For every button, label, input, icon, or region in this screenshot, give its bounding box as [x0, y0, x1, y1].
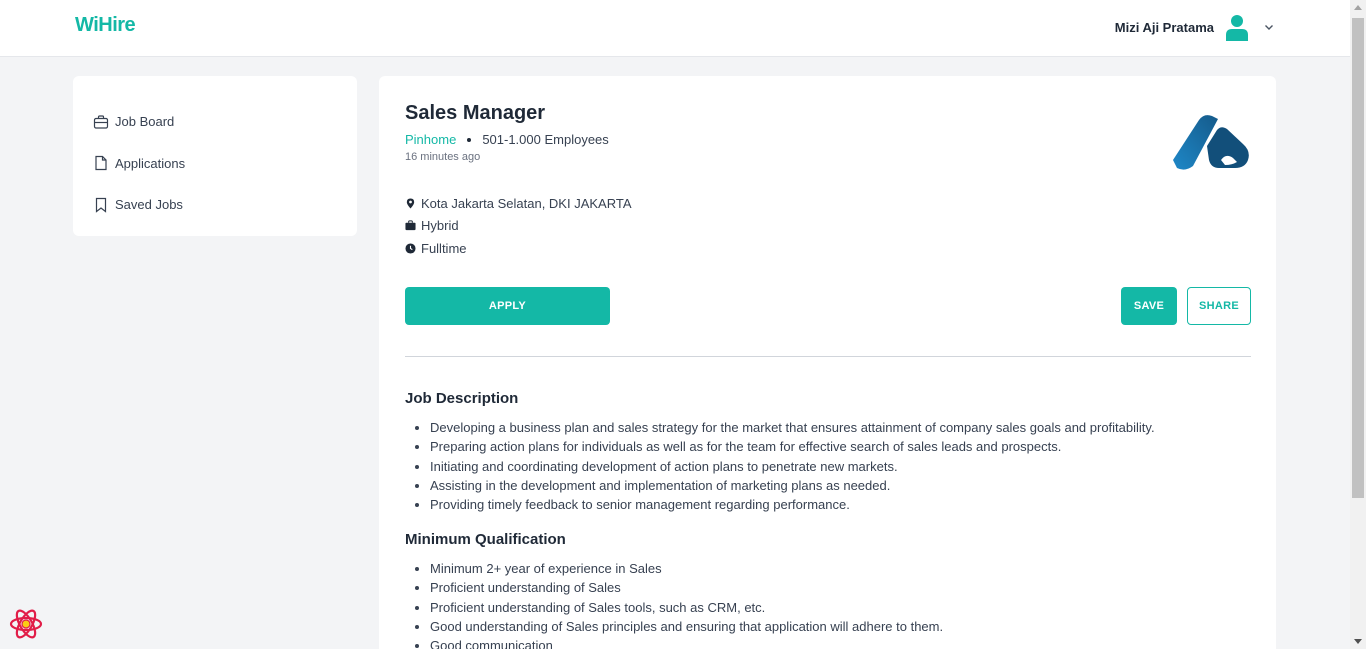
clock-icon — [405, 243, 416, 254]
location-text: Kota Jakarta Selatan, DKI JAKARTA — [421, 195, 632, 211]
app-logo[interactable]: WiHire — [75, 14, 136, 37]
job-detail-card: Sales Manager Pinhome 501-1.000 Employee… — [379, 76, 1276, 649]
sidebar-item-applications[interactable]: Applications — [73, 143, 357, 185]
minimum-qualification-heading: Minimum Qualification — [405, 531, 566, 548]
list-item: Initiating and coordinating development … — [405, 457, 1155, 476]
briefcase-icon — [405, 220, 416, 231]
scrollbar-thumb[interactable] — [1352, 18, 1364, 498]
company-logo-icon — [1173, 115, 1249, 170]
save-button[interactable]: SAVE — [1121, 287, 1177, 325]
list-item: Providing timely feedback to senior mana… — [405, 495, 1155, 514]
user-menu[interactable]: Mizi Aji Pratama — [1115, 13, 1274, 41]
posted-time: 16 minutes ago — [405, 151, 481, 163]
work-mode-text: Hybrid — [421, 218, 459, 234]
sidebar-item-label: Saved Jobs — [115, 197, 183, 213]
sidebar-item-label: Applications — [115, 155, 186, 171]
company-info: Pinhome 501-1.000 Employees — [405, 132, 609, 147]
page-scrollbar[interactable] — [1350, 0, 1366, 649]
list-item: Good communication — [405, 636, 943, 649]
section-divider — [405, 356, 1251, 357]
chevron-down-icon[interactable] — [1264, 22, 1274, 32]
list-item: Proficient understanding of Sales — [405, 578, 943, 597]
job-meta: Kota Jakarta Selatan, DKI JAKARTA Hybrid… — [405, 192, 632, 260]
scroll-down-arrow-icon[interactable] — [1354, 639, 1362, 644]
map-pin-icon — [406, 198, 415, 209]
job-type-row: Fulltime — [405, 237, 632, 260]
work-mode-row: Hybrid — [405, 215, 632, 238]
job-description-heading: Job Description — [405, 390, 519, 407]
separator-dot — [467, 137, 472, 142]
react-devtools-icon[interactable] — [9, 607, 43, 641]
user-name: Mizi Aji Pratama — [1114, 19, 1214, 35]
briefcase-icon — [93, 115, 109, 129]
user-avatar-icon — [1226, 15, 1248, 41]
share-button[interactable]: SHARE — [1187, 287, 1251, 325]
job-title: Sales Manager — [405, 102, 546, 124]
list-item: Assisting in the development and impleme… — [405, 476, 1155, 495]
apply-button[interactable]: APPLY — [405, 287, 610, 325]
company-name-link[interactable]: Pinhome — [405, 132, 456, 147]
job-type-text: Fulltime — [421, 240, 467, 256]
sidebar-item-job-board[interactable]: Job Board — [73, 101, 357, 143]
company-size: 501-1.000 Employees — [482, 132, 609, 147]
list-item: Minimum 2+ year of experience in Sales — [405, 559, 943, 578]
scroll-up-arrow-icon[interactable] — [1354, 5, 1362, 10]
document-icon — [95, 156, 107, 171]
list-item: Preparing action plans for individuals a… — [405, 437, 1155, 456]
bookmark-icon — [95, 197, 107, 213]
qualification-list: Minimum 2+ year of experience in Sales P… — [405, 559, 943, 649]
sidebar-item-label: Job Board — [115, 114, 175, 130]
sidebar-item-saved-jobs[interactable]: Saved Jobs — [73, 184, 357, 226]
list-item: Developing a business plan and sales str… — [405, 418, 1155, 437]
top-navbar: WiHire Mizi Aji Pratama — [0, 0, 1350, 57]
job-description-list: Developing a business plan and sales str… — [405, 418, 1155, 514]
sidebar: Job Board Applications Saved Jobs — [73, 76, 357, 236]
list-item: Good understanding of Sales principles a… — [405, 617, 943, 636]
location-row: Kota Jakarta Selatan, DKI JAKARTA — [405, 192, 632, 215]
list-item: Proficient understanding of Sales tools,… — [405, 598, 943, 617]
